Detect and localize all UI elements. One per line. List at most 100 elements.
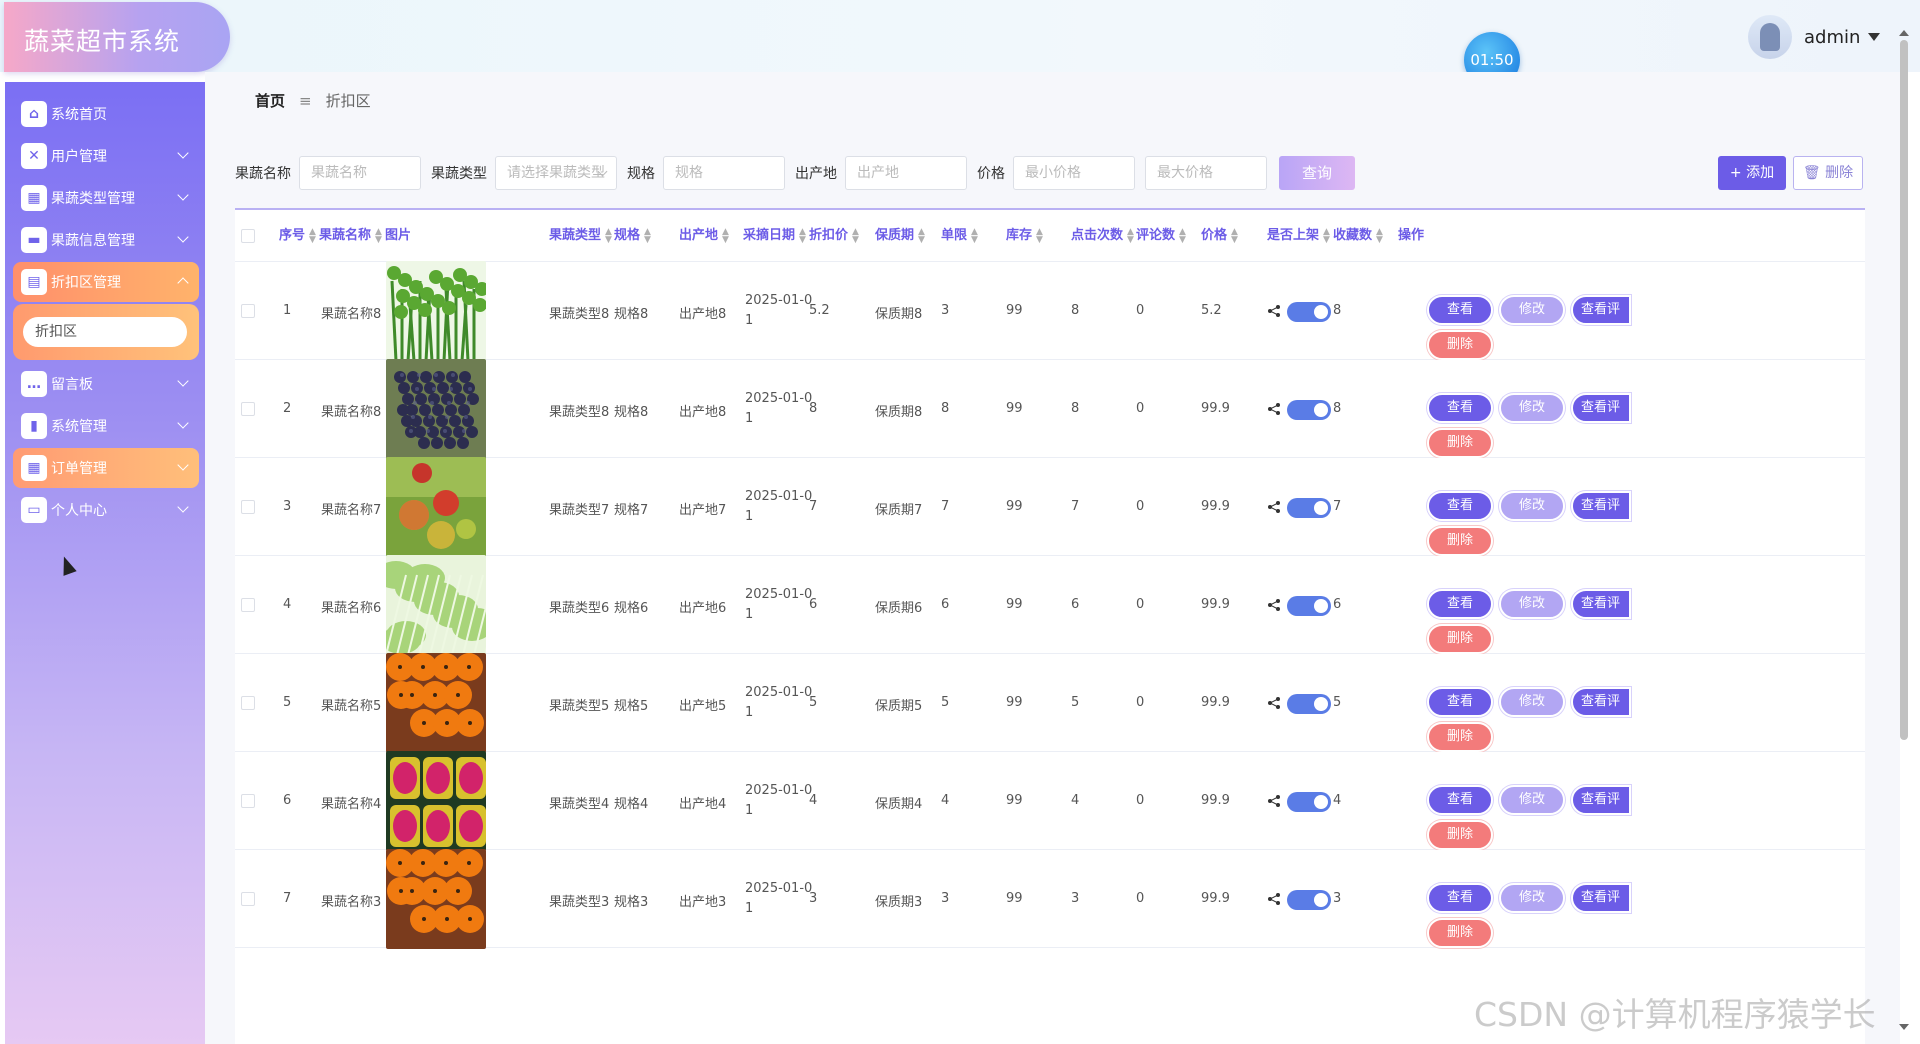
on-shelf-toggle[interactable] — [1287, 792, 1331, 812]
table-row[interactable]: 7 果蔬名称3 果蔬类型3 规格3 出产地3 2025-01-0 1 3 保质期3 3 99 3 0 99… — [235, 849, 1865, 949]
sort-icon[interactable]: ▲ ▼ — [605, 227, 612, 244]
on-shelf-toggle[interactable] — [1287, 890, 1331, 910]
row-delete-button[interactable]: 删除 — [1427, 428, 1493, 458]
share-icon[interactable] — [1267, 892, 1281, 906]
view-reviews-button[interactable]: 查看评论 — [1571, 883, 1631, 913]
sidebar-item-produce-info[interactable]: ▬ 果蔬信息管理 — [13, 220, 199, 260]
sort-icon[interactable]: ▲ ▼ — [799, 227, 806, 244]
sort-icon[interactable]: ▲ ▼ — [1179, 227, 1186, 244]
share-icon[interactable] — [1267, 304, 1281, 318]
column-header[interactable]: 库存 ▲ ▼ — [1006, 210, 1043, 262]
view-button[interactable]: 查看 — [1427, 687, 1493, 717]
view-button[interactable]: 查看 — [1427, 295, 1493, 325]
share-icon[interactable] — [1267, 598, 1281, 612]
column-header[interactable]: 收藏数 ▲ ▼ — [1333, 210, 1383, 262]
sort-icon[interactable]: ▲ ▼ — [852, 227, 859, 244]
on-shelf-toggle[interactable] — [1287, 302, 1331, 322]
share-icon[interactable] — [1267, 500, 1281, 514]
spec-input[interactable]: 规格 — [663, 156, 785, 190]
sort-icon[interactable]: ▲ ▼ — [722, 227, 729, 244]
sort-icon[interactable]: ▲ ▼ — [1127, 227, 1134, 244]
type-select[interactable]: 请选择果蔬类型 — [495, 156, 617, 190]
scroll-down-icon[interactable] — [1899, 1024, 1909, 1030]
table-row[interactable]: 1 果蔬名称8 果蔬类型8 规格8 出产地8 2025-01-0 1 5.2 保质期8 3 99 8 0… — [235, 261, 1865, 361]
row-delete-button[interactable]: 删除 — [1427, 918, 1493, 948]
origin-input[interactable]: 出产地 — [845, 156, 967, 190]
view-button[interactable]: 查看 — [1427, 393, 1493, 423]
on-shelf-toggle[interactable] — [1287, 694, 1331, 714]
user-menu[interactable]: admin — [1748, 14, 1881, 60]
column-header[interactable]: 单限 ▲ ▼ — [941, 210, 978, 262]
row-delete-button[interactable]: 删除 — [1427, 526, 1493, 556]
table-row[interactable]: 5 果蔬名称5 果蔬类型5 规格5 出产地5 2025-01-0 1 5 保质期5 5 99 5 0 99… — [235, 653, 1865, 753]
row-delete-button[interactable]: 删除 — [1427, 820, 1493, 850]
query-button[interactable]: 查询 — [1279, 156, 1355, 190]
edit-button[interactable]: 修改 — [1499, 883, 1565, 913]
table-row[interactable]: 3 果蔬名称7 果蔬类型7 规格7 出产地7 2025-01-0 1 7 保质期7 7 99 7 0 99… — [235, 457, 1865, 557]
view-button[interactable]: 查看 — [1427, 883, 1493, 913]
table-row[interactable]: 2 果蔬名称8 果蔬类型8 规格8 出产地8 2025-01-0 1 8 保质期8 8 99 8 0 99… — [235, 359, 1865, 459]
column-header[interactable]: 采摘日期 ▲ ▼ — [743, 210, 806, 262]
share-icon[interactable] — [1267, 402, 1281, 416]
sort-icon[interactable]: ▲ ▼ — [1323, 227, 1330, 244]
row-checkbox[interactable] — [241, 304, 255, 318]
name-input[interactable]: 果蔬名称 — [299, 156, 421, 190]
column-header[interactable]: 出产地 ▲ ▼ — [679, 210, 729, 262]
scrollbar-thumb[interactable] — [1900, 40, 1908, 740]
sort-icon[interactable]: ▲ ▼ — [1036, 227, 1043, 244]
page-scrollbar[interactable] — [1898, 30, 1912, 1030]
row-checkbox[interactable] — [241, 500, 255, 514]
sort-icon[interactable]: ▲ ▼ — [1376, 227, 1383, 244]
edit-button[interactable]: 修改 — [1499, 785, 1565, 815]
row-delete-button[interactable]: 删除 — [1427, 330, 1493, 360]
edit-button[interactable]: 修改 — [1499, 393, 1565, 423]
on-shelf-toggle[interactable] — [1287, 596, 1331, 616]
edit-button[interactable]: 修改 — [1499, 687, 1565, 717]
view-reviews-button[interactable]: 查看评论 — [1571, 589, 1631, 619]
row-delete-button[interactable]: 删除 — [1427, 624, 1493, 654]
row-checkbox[interactable] — [241, 892, 255, 906]
sort-icon[interactable]: ▲ ▼ — [375, 227, 382, 244]
edit-button[interactable]: 修改 — [1499, 295, 1565, 325]
row-checkbox[interactable] — [241, 696, 255, 710]
view-button[interactable]: 查看 — [1427, 785, 1493, 815]
row-delete-button[interactable]: 删除 — [1427, 722, 1493, 752]
column-header[interactable]: 价格 ▲ ▼ — [1201, 210, 1238, 262]
bulk-delete-button[interactable]: 🗑 删除 — [1793, 156, 1863, 190]
edit-button[interactable]: 修改 — [1499, 491, 1565, 521]
column-header[interactable]: 评论数 ▲ ▼ — [1136, 210, 1186, 262]
share-icon[interactable] — [1267, 794, 1281, 808]
sort-icon[interactable]: ▲ ▼ — [309, 227, 316, 244]
view-reviews-button[interactable]: 查看评论 — [1571, 295, 1631, 325]
edit-button[interactable]: 修改 — [1499, 589, 1565, 619]
table-row[interactable]: 4 果蔬名称6 果蔬类型6 规格6 出产地6 2025-01-0 1 6 保质期6 6 99 6 0 99… — [235, 555, 1865, 655]
on-shelf-toggle[interactable] — [1287, 400, 1331, 420]
row-checkbox[interactable] — [241, 402, 255, 416]
add-button[interactable]: + 添加 — [1718, 156, 1786, 190]
view-reviews-button[interactable]: 查看评论 — [1571, 785, 1631, 815]
sort-icon[interactable]: ▲ ▼ — [644, 227, 651, 244]
column-header[interactable]: 规格 ▲ ▼ — [614, 210, 651, 262]
sort-icon[interactable]: ▲ ▼ — [1231, 227, 1238, 244]
sidebar-item-home[interactable]: ⌂ 系统首页 — [13, 94, 199, 134]
min-price-input[interactable]: 最小价格 — [1013, 156, 1135, 190]
on-shelf-toggle[interactable] — [1287, 498, 1331, 518]
max-price-input[interactable]: 最大价格 — [1145, 156, 1267, 190]
app-brand[interactable]: 蔬菜超市系统 — [4, 2, 230, 72]
view-button[interactable]: 查看 — [1427, 491, 1493, 521]
column-header[interactable]: 保质期 ▲ ▼ — [875, 210, 925, 262]
sidebar-item-profile[interactable]: ▭ 个人中心 — [13, 490, 199, 530]
column-header[interactable]: 折扣价 ▲ ▼ — [809, 210, 859, 262]
sidebar-item-produce-types[interactable]: ▦ 果蔬类型管理 — [13, 178, 199, 218]
view-reviews-button[interactable]: 查看评论 — [1571, 491, 1631, 521]
sidebar-item-orders[interactable]: ▦ 订单管理 — [13, 448, 199, 488]
sidebar-item-discount-zone[interactable]: ▤ 折扣区管理 — [13, 262, 199, 302]
sort-icon[interactable]: ▲ ▼ — [971, 227, 978, 244]
table-row[interactable]: 6 果蔬名称4 果蔬类型4 规格4 出产地4 2025-01-0 1 4 保质期4 4 99 4 0 99… — [235, 751, 1865, 851]
row-checkbox[interactable] — [241, 598, 255, 612]
select-all-checkbox[interactable] — [241, 229, 255, 243]
view-reviews-button[interactable]: 查看评论 — [1571, 687, 1631, 717]
column-header[interactable]: 果蔬名称 ▲ ▼ — [319, 210, 382, 262]
column-header[interactable]: 是否上架 ▲ ▼ — [1267, 210, 1330, 262]
column-header[interactable]: 序号 ▲ ▼ — [279, 210, 316, 262]
